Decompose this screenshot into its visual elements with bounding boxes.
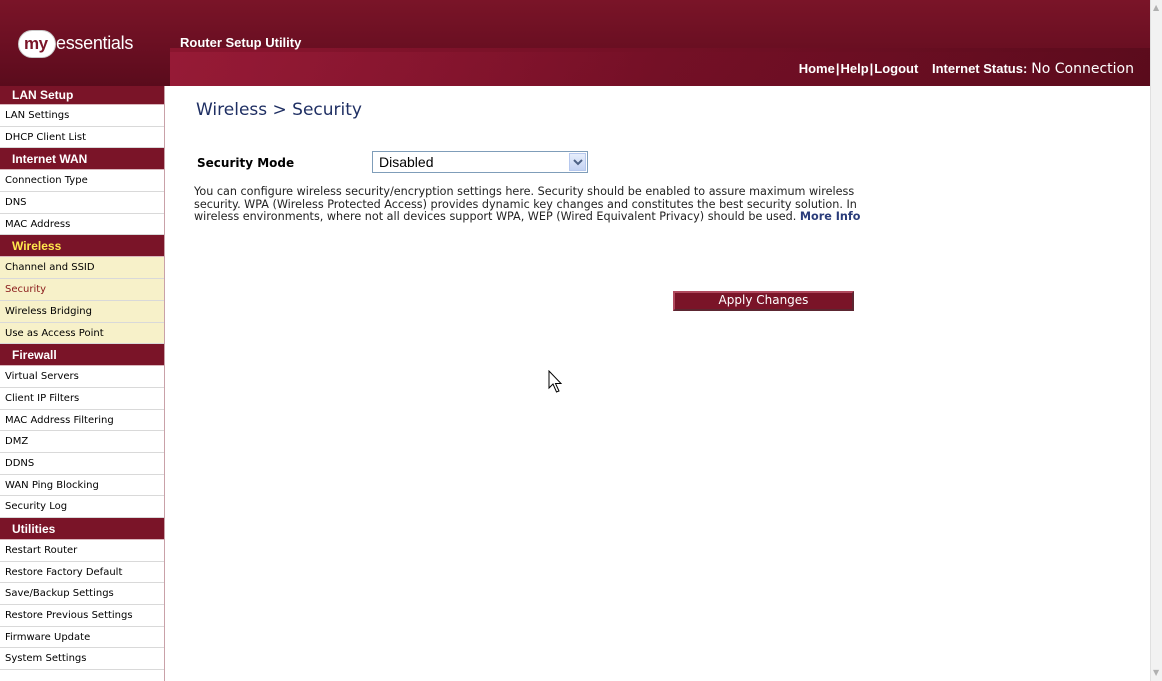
description-text: You can configure wireless security/encr…: [194, 185, 857, 223]
scroll-down-arrow-icon[interactable]: ▼: [1153, 669, 1161, 677]
security-mode-value: Disabled: [379, 154, 434, 170]
dropdown-button[interactable]: [569, 153, 586, 171]
logo-prefix: my: [24, 34, 48, 53]
page-title: Wireless > Security: [196, 100, 362, 120]
vertical-scrollbar[interactable]: ▲ ▼: [1150, 0, 1162, 681]
sidebar-item-dns[interactable]: DNS: [0, 192, 164, 214]
nav-separator: |: [835, 61, 840, 76]
scroll-up-arrow-icon[interactable]: ▲: [1153, 4, 1161, 12]
sidebar-item-restore-previous-settings[interactable]: Restore Previous Settings: [0, 605, 164, 627]
sidebar-item-security-log[interactable]: Security Log: [0, 496, 164, 518]
sidebar-item-mac-address-filtering[interactable]: MAC Address Filtering: [0, 410, 164, 432]
sidebar-item-restore-factory-default[interactable]: Restore Factory Default: [0, 562, 164, 584]
sidebar-item-save-backup-settings[interactable]: Save/Backup Settings: [0, 583, 164, 606]
mouse-pointer-icon: [548, 370, 563, 393]
sidebar-item-restart-router[interactable]: Restart Router: [0, 540, 164, 562]
header-bar: my essentials Router Setup Utility Home|…: [0, 0, 1150, 86]
top-navigation: Home|Help|Logout Internet Status: No Conn…: [799, 61, 1134, 77]
home-link[interactable]: Home: [799, 61, 835, 76]
sidebar-section-lan-setup: LAN Setup: [0, 86, 164, 105]
sidebar-item-mac-address[interactable]: MAC Address: [0, 214, 164, 236]
apply-changes-button[interactable]: Apply Changes: [673, 291, 854, 311]
sidebar-section-firewall: Firewall: [0, 344, 164, 367]
security-mode-select[interactable]: Disabled: [372, 151, 588, 173]
sidebar-item-virtual-servers[interactable]: Virtual Servers: [0, 366, 164, 388]
sidebar-item-channel-and-ssid[interactable]: Channel and SSID: [0, 257, 164, 280]
sidebar-item-client-ip-filters[interactable]: Client IP Filters: [0, 388, 164, 410]
sidebar-section-internet-wan: Internet WAN: [0, 148, 164, 171]
help-link[interactable]: Help: [840, 61, 868, 76]
sidebar-item-wan-ping-blocking[interactable]: WAN Ping Blocking: [0, 475, 164, 497]
logo-suffix: essentials: [56, 33, 134, 53]
security-mode-label: Security Mode: [197, 156, 295, 170]
sidebar-item-connection-type[interactable]: Connection Type: [0, 170, 164, 193]
sidebar-item-wireless-bridging[interactable]: Wireless Bridging: [0, 300, 164, 323]
sidebar-item-firmware-update[interactable]: Firmware Update: [0, 627, 164, 649]
internet-status-value: No Connection: [1031, 61, 1134, 77]
sidebar: LAN Setup LAN Settings DHCP Client List Int…: [0, 86, 165, 681]
nav-separator: |: [869, 61, 874, 76]
sidebar-item-lan-settings[interactable]: LAN Settings: [0, 105, 164, 127]
sidebar-item-dhcp-client-list[interactable]: DHCP Client List: [0, 127, 164, 149]
sidebar-item-dmz[interactable]: DMZ: [0, 431, 164, 453]
chevron-down-icon: [573, 159, 583, 166]
sidebar-item-system-settings[interactable]: System Settings: [0, 648, 164, 671]
sidebar-section-wireless: Wireless: [0, 235, 164, 258]
sidebar-item-use-as-access-point[interactable]: Use as Access Point: [0, 322, 164, 345]
sidebar-section-utilities: Utilities: [0, 518, 164, 540]
more-info-link[interactable]: More Info: [800, 210, 861, 223]
sidebar-item-security[interactable]: Security: [0, 279, 164, 301]
internet-status-label: Internet Status:: [931, 61, 1028, 76]
sidebar-item-ddns[interactable]: DDNS: [0, 453, 164, 475]
logout-link[interactable]: Logout: [874, 61, 918, 76]
app-title: Router Setup Utility: [180, 35, 302, 50]
security-description: You can configure wireless security/encr…: [194, 185, 874, 224]
